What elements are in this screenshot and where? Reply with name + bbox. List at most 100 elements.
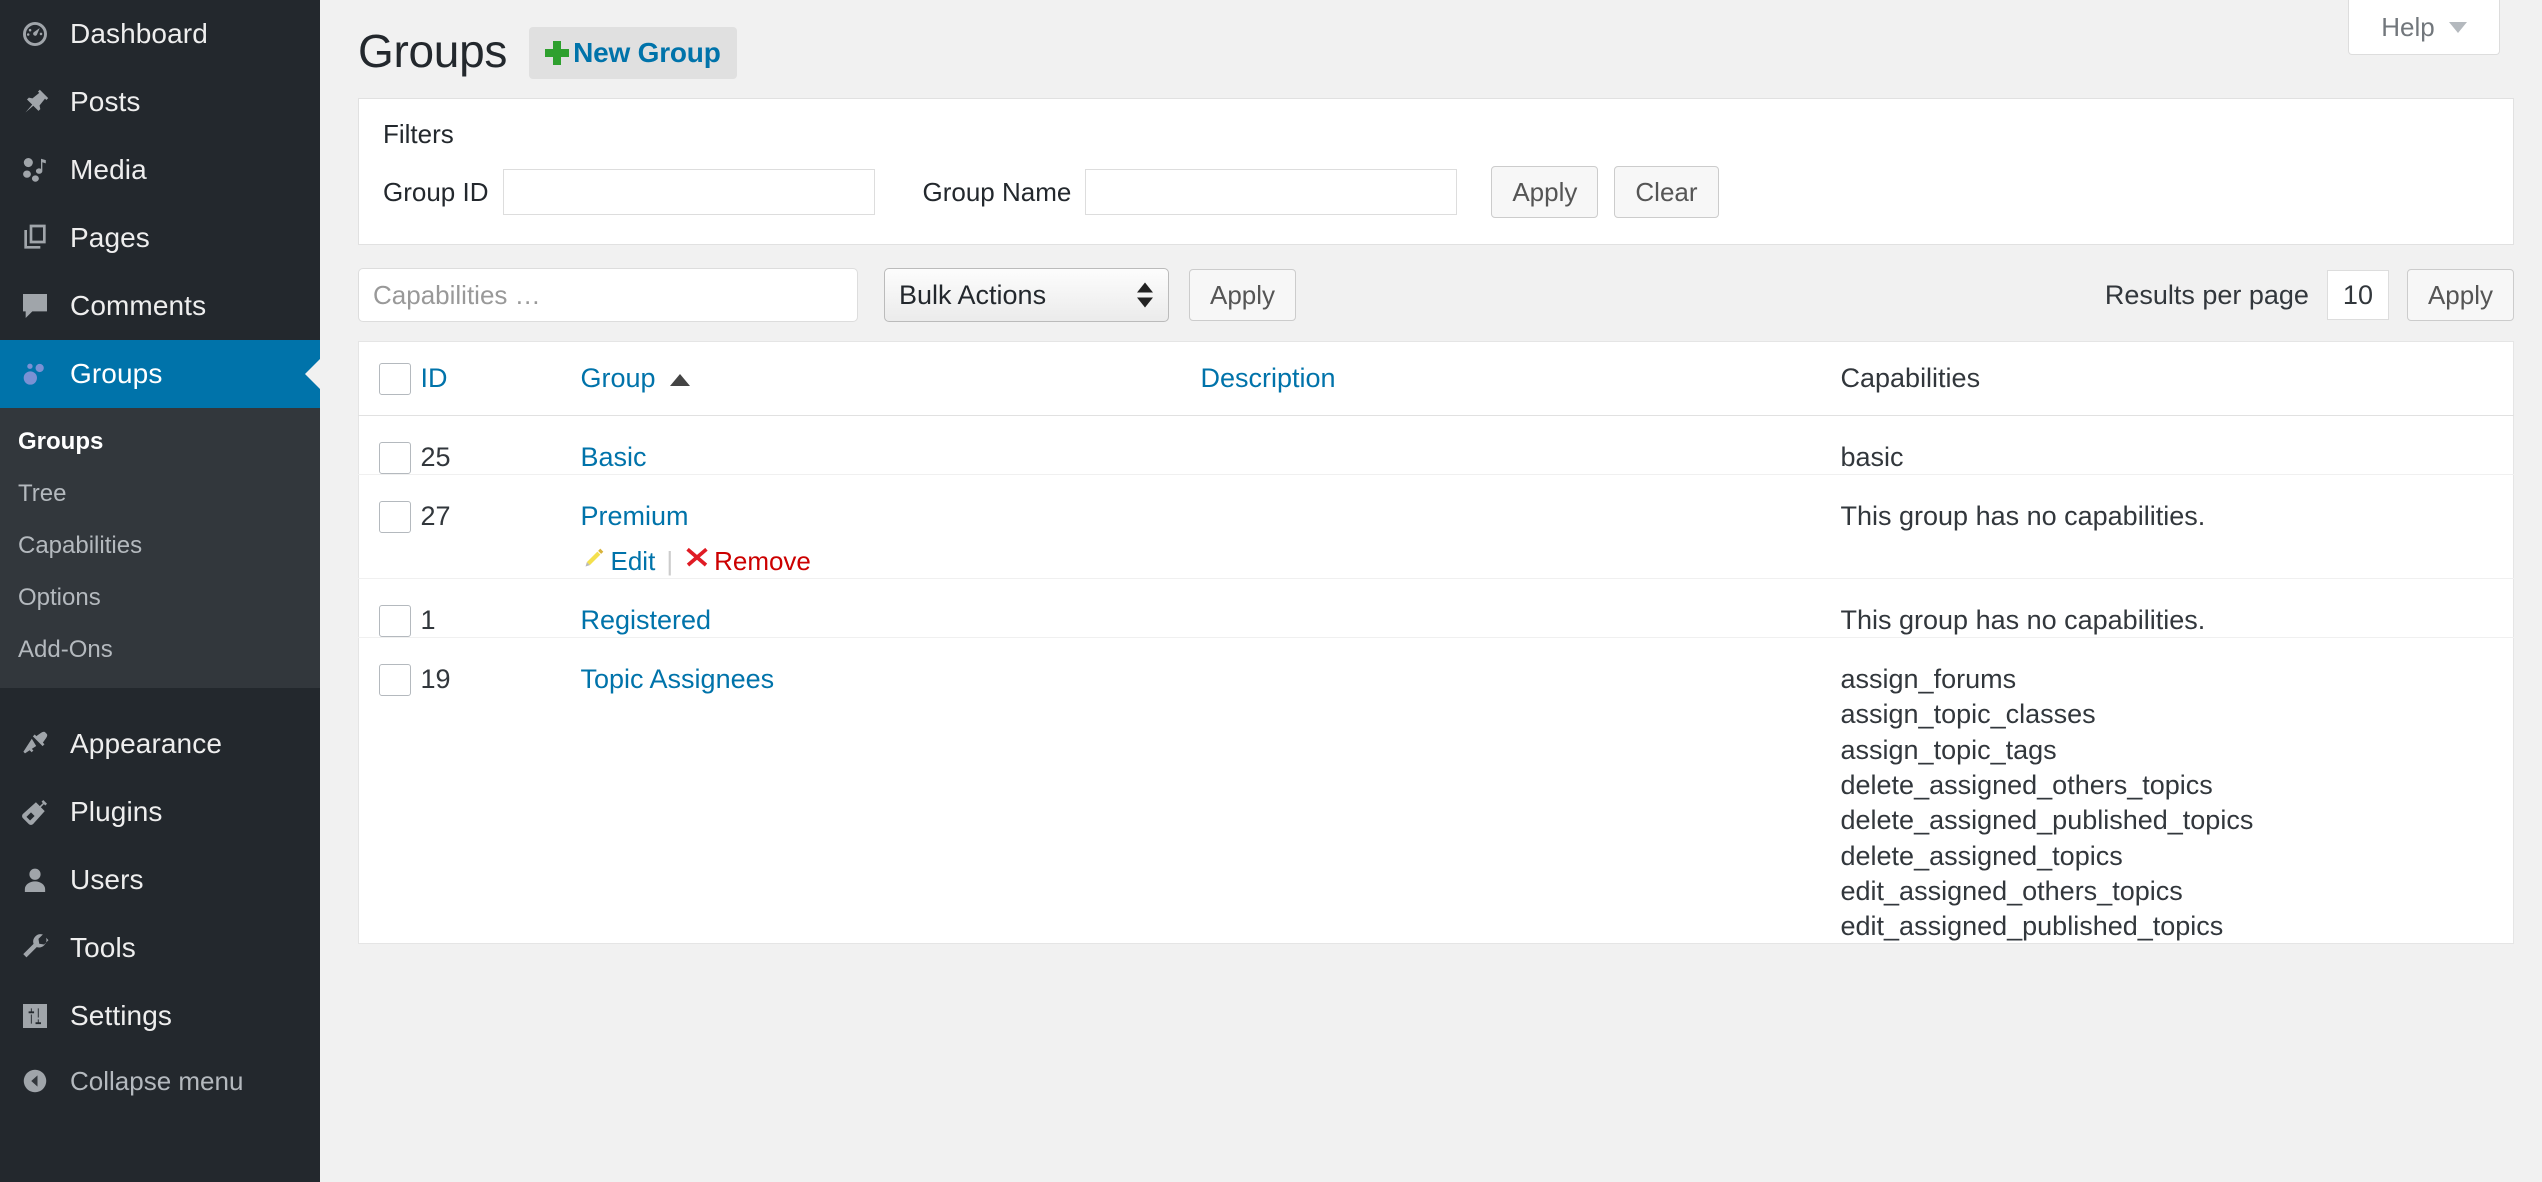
sidebar-divider [0,688,320,710]
sidebar-item-pages[interactable]: Pages [0,204,320,272]
row-checkbox[interactable] [379,664,411,696]
submenu-item-capabilities[interactable]: Capabilities [0,520,320,572]
table-header-row: ID Group Description Capabilities [358,341,2514,416]
users-icon [18,863,52,897]
row-description-cell [1201,475,1841,579]
capability-item: delete_assigned_published_topics [1840,805,2254,836]
sidebar-item-label: Posts [70,86,141,117]
sidebar-item-label: Pages [70,222,150,253]
comments-icon [18,289,52,323]
capability-item: assign_topic_tags [1840,734,2057,765]
select-all-checkbox[interactable] [379,362,411,395]
table-row: 1 Registered This group has no capabilit… [358,578,2514,638]
submenu-item-tree[interactable]: Tree [0,468,320,520]
select-arrows-icon [1137,282,1153,308]
group-name-link[interactable]: Basic [581,442,1201,473]
row-id-value: 19 [420,664,451,694]
row-id-cell: 25 [421,416,581,475]
row-select-cell [359,579,421,638]
help-tab-button[interactable]: Help [2348,0,2500,55]
edit-link[interactable]: Edit [581,545,656,578]
tools-icon [18,931,52,965]
group-name-link[interactable]: Topic Assignees [581,664,1201,695]
group-name-link[interactable]: Registered [581,605,1201,636]
submenu-item-add-ons[interactable]: Add-Ons [0,624,320,676]
group-name-label: Group Name [922,176,1072,207]
no-capabilities-note: This group has no capabilities. [1840,605,2206,635]
row-capabilities-cell: basic [1841,416,2514,475]
page-header: Groups New Group [320,0,2542,79]
row-id-value: 25 [420,442,451,472]
row-group-cell: Basic [581,416,1201,475]
column-header-id-label: ID [420,363,448,393]
column-header-description[interactable]: Description [1200,341,1841,416]
sidebar-item-dashboard[interactable]: Dashboard [0,0,320,68]
column-header-id[interactable]: ID [420,341,581,416]
capabilities-search-input[interactable] [358,268,858,322]
row-capabilities-cell: assign_forums assign_topic_classes assig… [1841,638,2514,944]
group-name-input[interactable] [1085,169,1458,215]
bulk-actions-select[interactable]: Bulk Actions [884,268,1169,322]
collapse-menu-label: Collapse menu [70,1065,244,1096]
pages-icon [18,221,52,255]
sidebar-item-media[interactable]: Media [0,136,320,204]
x-icon [684,545,710,578]
sidebar-item-plugins[interactable]: Plugins [0,778,320,846]
main-content: Help Groups New Group Filters Group ID G… [320,0,2542,1182]
action-separator: | [666,546,674,576]
results-per-page-input[interactable] [2326,270,2389,320]
capability-item: assign_forums [1840,664,2017,694]
row-capabilities-cell: This group has no capabilities. [1841,579,2514,638]
row-id-value: 1 [420,605,436,635]
row-id-cell: 19 [421,638,581,944]
results-per-page-apply-button[interactable]: Apply [2406,269,2514,321]
settings-icon [18,999,52,1033]
filters-apply-button[interactable]: Apply [1491,166,1599,218]
capability-item: delete_assigned_topics [1840,840,2123,871]
submenu-item-options[interactable]: Options [0,572,320,624]
page-title: Groups [358,25,508,77]
sidebar-item-label: Groups [70,358,163,389]
table-header: ID Group Description Capabilities [358,341,2514,416]
dashboard-icon [18,17,52,51]
sidebar-item-appearance[interactable]: Appearance [0,710,320,778]
submenu-item-groups[interactable]: Groups [0,416,320,468]
group-name-link[interactable]: Premium [581,501,1201,532]
results-per-page-group: Results per page Apply [2105,269,2514,321]
row-select-cell [359,416,421,475]
filters-clear-button[interactable]: Clear [1614,166,1719,218]
bulk-actions-value: Bulk Actions [884,268,1169,322]
sidebar-item-users[interactable]: Users [0,846,320,914]
row-capabilities-cell: This group has no capabilities. [1841,475,2514,579]
sidebar-item-comments[interactable]: Comments [0,272,320,340]
row-group-cell: Premium Edit | Remove [581,475,1201,579]
groups-submenu: Groups Tree Capabilities Options Add-Ons [0,408,320,688]
select-all-header [358,341,421,416]
collapse-menu-button[interactable]: Collapse menu [0,1050,320,1112]
row-checkbox[interactable] [379,605,411,637]
group-id-label: Group ID [383,176,489,207]
capability-item: delete_assigned_others_topics [1840,769,2213,800]
row-checkbox[interactable] [379,442,411,474]
row-description-cell [1201,638,1841,944]
column-header-group[interactable]: Group [580,341,1201,416]
sidebar-item-settings[interactable]: Settings [0,982,320,1050]
bulk-apply-button[interactable]: Apply [1189,269,1297,321]
filters-row: Group ID Group Name Apply Clear [383,166,2489,218]
sidebar-item-posts[interactable]: Posts [0,68,320,136]
row-checkbox[interactable] [379,501,411,533]
sidebar-item-groups[interactable]: Groups [0,340,320,408]
groups-icon [18,357,52,391]
group-id-input[interactable] [502,169,875,215]
capability-item: edit_assigned_published_topics [1840,911,2224,942]
edit-label: Edit [610,546,656,576]
table-toolbar: Bulk Actions Apply Results per page Appl… [358,267,2514,323]
row-select-cell [359,475,421,579]
filters-legend: Filters [383,119,454,149]
sidebar-item-tools[interactable]: Tools [0,914,320,982]
remove-link[interactable]: Remove [684,545,811,578]
sidebar-item-label: Plugins [70,796,163,827]
new-group-button[interactable]: New Group [529,27,737,79]
column-header-capabilities-label: Capabilities [1840,363,1981,393]
plugins-icon [18,795,52,829]
